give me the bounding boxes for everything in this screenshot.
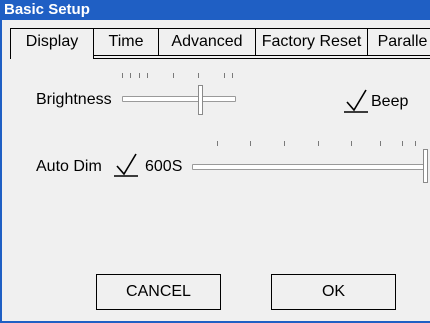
tick — [224, 73, 225, 78]
display-panel: Brightness Beep Auto Dim 600S CANCEL OK — [10, 58, 430, 316]
checkmark-icon — [114, 153, 138, 177]
tab-display[interactable]: Display — [10, 28, 94, 59]
auto-dim-slider-track[interactable] — [192, 164, 428, 170]
brightness-label: Brightness — [36, 91, 112, 108]
tick — [318, 141, 319, 146]
tab-advanced[interactable]: Advanced — [158, 28, 256, 56]
cancel-button[interactable]: CANCEL — [96, 274, 221, 310]
tick — [173, 73, 174, 78]
tab-parallel[interactable]: Paralle — [367, 28, 430, 56]
tick — [147, 73, 148, 78]
auto-dim-label: Auto Dim — [36, 158, 102, 175]
auto-dim-checkbox[interactable] — [114, 153, 138, 177]
auto-dim-value: 600S — [145, 158, 183, 175]
tick — [198, 73, 199, 78]
tick — [380, 141, 381, 146]
tab-time[interactable]: Time — [93, 28, 159, 56]
tick — [351, 141, 352, 146]
basic-setup-window: Basic Setup Display Time Advanced Factor… — [0, 0, 430, 323]
tick — [217, 141, 218, 146]
title-bar: Basic Setup — [2, 0, 430, 20]
tick — [284, 141, 285, 146]
tick — [139, 73, 140, 78]
beep-checkbox[interactable] — [344, 89, 368, 113]
tick — [415, 141, 416, 146]
tab-factory-reset[interactable]: Factory Reset — [255, 28, 368, 56]
checkmark-icon — [344, 89, 368, 113]
beep-label: Beep — [371, 93, 409, 110]
brightness-slider-track[interactable] — [122, 96, 236, 102]
tick — [232, 73, 233, 78]
ok-button[interactable]: OK — [271, 274, 396, 310]
tick — [402, 141, 403, 146]
auto-dim-slider-thumb[interactable] — [423, 149, 428, 183]
brightness-slider-thumb[interactable] — [198, 85, 204, 115]
tick — [250, 141, 251, 146]
tick — [122, 73, 123, 78]
window-title: Basic Setup — [4, 1, 90, 18]
tick — [130, 73, 131, 78]
